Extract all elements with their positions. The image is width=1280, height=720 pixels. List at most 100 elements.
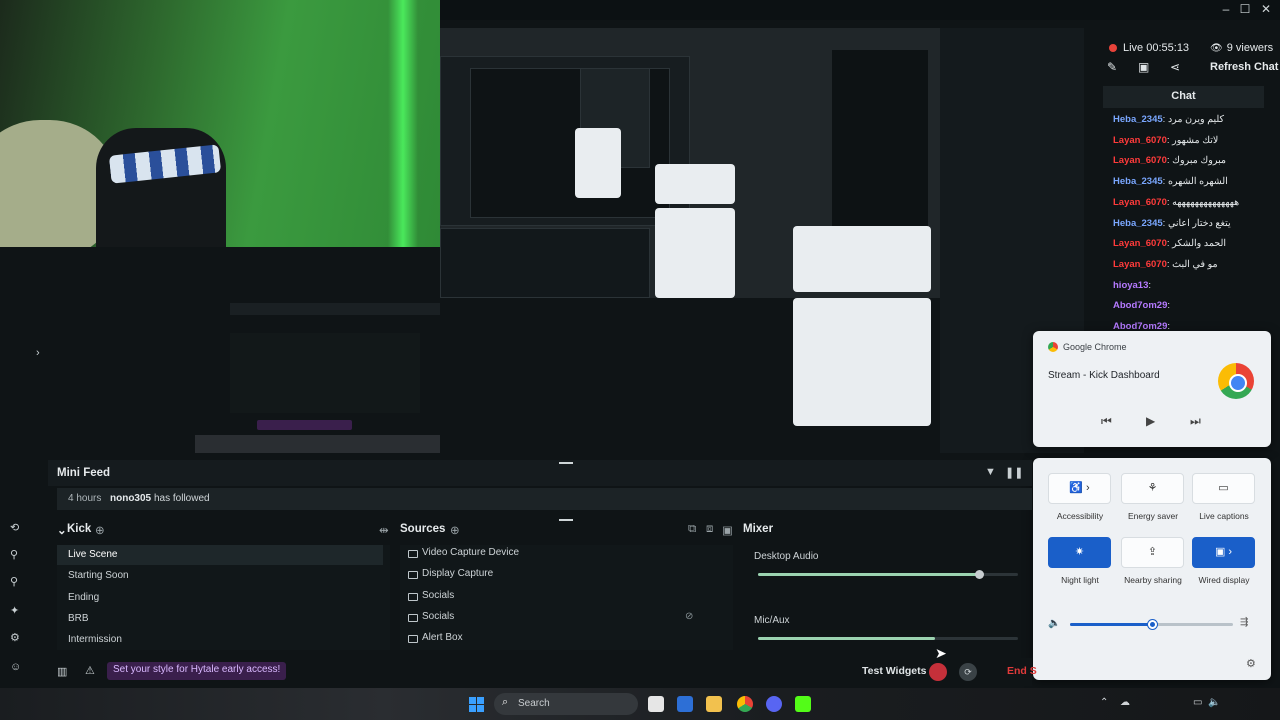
quick-setting-tile[interactable]: ▭ <box>1192 473 1255 504</box>
mixer-level-fill <box>758 637 935 640</box>
chat-text: مبروك مبروك <box>1172 155 1227 167</box>
chat-username[interactable]: Layan_6070 <box>1113 259 1167 270</box>
task-view-icon[interactable] <box>648 696 664 712</box>
chat-username[interactable]: Layan_6070 <box>1113 135 1167 146</box>
taskbar-search[interactable] <box>494 693 638 715</box>
quick-setting-tile[interactable]: ▣ › <box>1192 537 1255 568</box>
sources-title: Sources <box>400 523 446 535</box>
resize-handle[interactable] <box>559 462 573 464</box>
quick-setting-label: Energy saver <box>1127 511 1179 521</box>
magic-icon[interactable]: ✦ <box>10 604 19 617</box>
scene-item[interactable]: Intermission <box>68 634 122 645</box>
next-track-button[interactable]: ⏭ <box>1190 414 1201 429</box>
end-stream-button[interactable]: End S <box>1007 665 1037 677</box>
hidden-eye-icon[interactable]: ⊘ <box>685 611 693 622</box>
source-item[interactable]: Socials <box>422 611 454 622</box>
chat-text: مو في البث <box>1172 258 1218 270</box>
mixer-volume-slider[interactable] <box>758 570 1018 579</box>
tray-chevron-icon[interactable]: ⌃ <box>1100 697 1108 708</box>
mixer-volume-thumb[interactable] <box>975 570 984 579</box>
calendar-icon[interactable] <box>677 696 693 712</box>
chat-message: Heba_2345: كليم ويرن مرد <box>1113 114 1225 125</box>
alerts-icon[interactable]: ⚲ <box>10 575 18 588</box>
speaker-icon[interactable]: 🔈 <box>1048 618 1060 629</box>
share-icon[interactable]: ⋖ <box>1170 60 1180 74</box>
scene-transition-icon[interactable]: ⇹ <box>379 523 389 537</box>
edit-icon[interactable]: ✎ <box>1107 60 1117 74</box>
quick-setting-tile[interactable]: ♿ › <box>1048 473 1111 504</box>
filter-icon[interactable]: ▼ <box>985 466 996 478</box>
chat-username[interactable]: Layan_6070 <box>1113 238 1167 249</box>
feed-event-user[interactable]: nono305 <box>110 493 151 504</box>
activity-icon[interactable]: ⟲ <box>10 521 19 534</box>
source-type-icon <box>408 592 418 601</box>
audio-output-icon[interactable]: ⇶ <box>1240 617 1248 628</box>
source-audio-icon[interactable]: ⧈ <box>706 523 713 536</box>
source-layout-icon[interactable]: ⧉ <box>688 523 696 536</box>
scene-item[interactable]: Live Scene <box>68 549 117 560</box>
mini-feed-title: Mini Feed <box>57 467 111 479</box>
add-scene-button[interactable]: ⊕ <box>95 523 105 537</box>
feed-event-action: has followed <box>154 493 210 504</box>
source-settings-icon[interactable]: ▣ <box>722 523 733 537</box>
quick-setting-tile[interactable]: ✷ <box>1048 537 1111 568</box>
quick-setting-tile[interactable]: ⚘ <box>1121 473 1184 504</box>
chat-text: يتغع دختار اعاني <box>1167 217 1231 229</box>
nested-media-popup <box>793 226 931 292</box>
chat-username[interactable]: Heba_2345 <box>1113 114 1163 125</box>
webcam-feed <box>0 0 440 247</box>
windows-taskbar <box>0 688 1280 720</box>
chat-username[interactable]: hioya13 <box>1113 280 1148 291</box>
resize-handle[interactable] <box>559 519 573 521</box>
chat-message: Heba_2345: يتغع دختار اعاني <box>1113 217 1231 229</box>
source-item[interactable]: Socials <box>422 590 454 601</box>
windows-start-icon[interactable] <box>469 697 484 712</box>
widgets-icon[interactable]: ⚲ <box>10 548 18 561</box>
settings-gear-icon[interactable]: ⚙ <box>1246 657 1256 670</box>
quick-setting-label: Night light <box>1061 575 1099 585</box>
scene-item[interactable]: BRB <box>68 613 89 624</box>
onedrive-icon[interactable]: ☁ <box>1120 697 1130 708</box>
settings-icon[interactable]: ⚙ <box>10 631 20 644</box>
record-button[interactable] <box>929 663 947 681</box>
volume-slider-thumb[interactable] <box>1147 620 1157 629</box>
previous-track-button[interactable]: ⏮ <box>1101 414 1112 429</box>
network-icon[interactable]: ▭ <box>1193 697 1202 708</box>
play-button[interactable]: ▶ <box>1146 414 1155 428</box>
chat-username[interactable]: Heba_2345 <box>1113 218 1163 229</box>
maximize-button[interactable]: ☐ <box>1234 2 1256 16</box>
add-source-button[interactable]: ⊕ <box>450 523 460 537</box>
chrome-taskbar-icon[interactable] <box>737 696 753 712</box>
volume-icon[interactable]: 🔈 <box>1208 697 1220 708</box>
kick-icon[interactable] <box>795 696 811 712</box>
quick-setting-tile[interactable]: ⇪ <box>1121 537 1184 568</box>
chat-message: Abod7om29: <box>1113 300 1171 312</box>
source-item[interactable]: Alert Box <box>422 632 463 643</box>
alert-warning-icon[interactable]: ⚠ <box>85 664 95 677</box>
scene-item[interactable]: Starting Soon <box>68 570 129 581</box>
source-item[interactable]: Video Capture Device <box>422 547 519 558</box>
chat-username[interactable]: Layan_6070 <box>1113 155 1167 166</box>
media-control-popup: Google Chrome Stream - Kick Dashboard ⏮ … <box>1033 331 1271 447</box>
profile-icon[interactable]: ☺ <box>10 661 21 673</box>
chat-username[interactable]: Heba_2345 <box>1113 176 1163 187</box>
popout-icon[interactable]: ▣ <box>1138 60 1149 74</box>
chat-username[interactable]: Layan_6070 <box>1113 197 1167 208</box>
scenes-collapse-icon[interactable]: ⌄ <box>57 523 67 537</box>
mixer-volume-slider[interactable] <box>758 637 1018 640</box>
stats-icon[interactable]: ▥ <box>57 665 67 678</box>
scene-item[interactable]: Ending <box>68 592 99 603</box>
test-widgets-button[interactable]: Test Widgets <box>862 665 926 677</box>
pause-icon[interactable]: ❚❚ <box>1005 466 1023 479</box>
file-explorer-icon[interactable] <box>706 696 722 712</box>
promo-banner[interactable]: Set your style for Hytale early access! <box>107 662 287 680</box>
close-button[interactable]: ✕ <box>1255 2 1277 16</box>
source-item[interactable]: Display Capture <box>422 568 493 579</box>
replay-buffer-button[interactable]: ⟳ <box>959 663 977 681</box>
sidebar-expand-icon[interactable]: › <box>36 347 40 359</box>
volume-slider[interactable] <box>1070 620 1233 629</box>
chat-username[interactable]: Abod7om29 <box>1113 300 1167 311</box>
source-type-icon <box>408 635 418 644</box>
refresh-chat-button[interactable]: Refresh Chat <box>1210 61 1278 73</box>
discord-icon[interactable] <box>766 696 782 712</box>
